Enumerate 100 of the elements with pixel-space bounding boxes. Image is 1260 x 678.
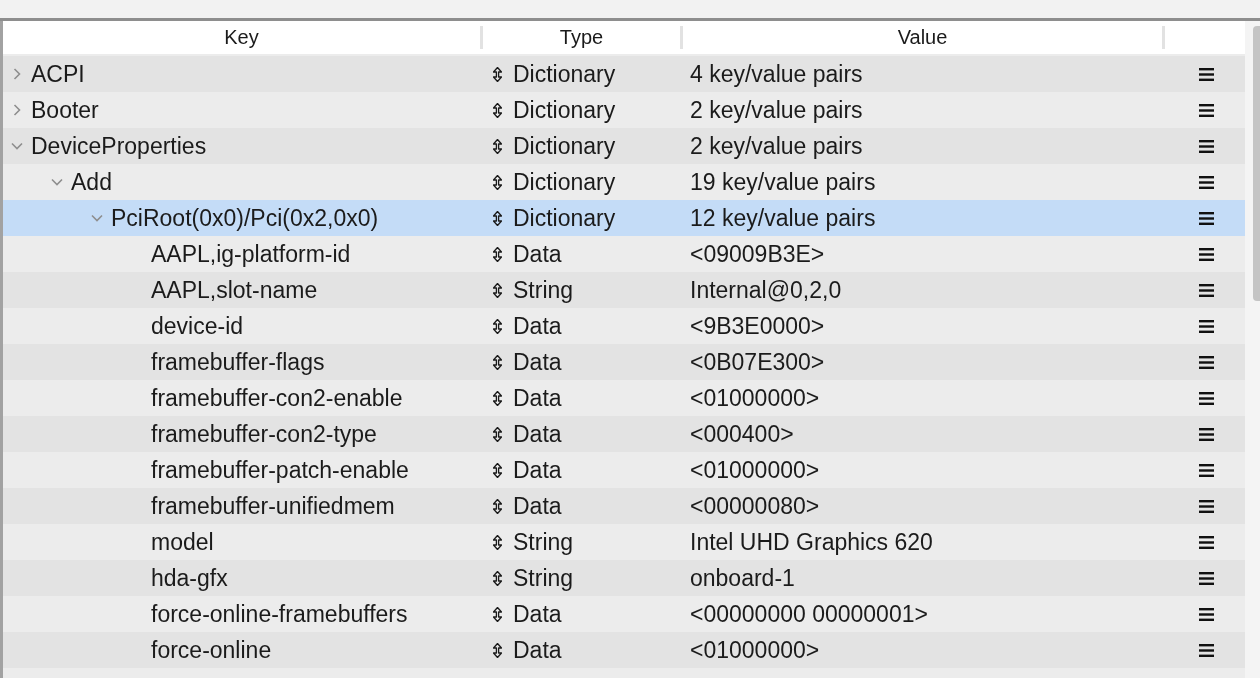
column-header[interactable]: Key (3, 26, 483, 49)
up-down-arrows-icon[interactable] (493, 390, 502, 406)
key-text: force-online-framebuffers (151, 600, 408, 628)
up-down-arrows-icon[interactable] (493, 246, 502, 262)
menu-icon[interactable] (1199, 643, 1214, 657)
up-down-arrows-icon[interactable] (493, 606, 502, 622)
key-text: AAPL,ig-platform-id (151, 240, 351, 268)
menu-icon[interactable] (1199, 571, 1214, 585)
key-text: framebuffer-flags (151, 348, 325, 376)
key-text: hda-gfx (151, 564, 228, 592)
value-text: 4 key/value pairs (690, 60, 863, 88)
menu-icon[interactable] (1199, 247, 1214, 261)
value-text: 2 key/value pairs (690, 96, 863, 124)
type-text: Data (513, 312, 562, 340)
value-text: <01000000> (690, 456, 820, 484)
up-down-arrows-icon[interactable] (493, 354, 502, 370)
table-row[interactable]: Booter Dictionary 2 key/value pairs (3, 92, 1245, 128)
table-row[interactable]: DeviceProperties Dictionary 2 key/value pairs (3, 128, 1245, 164)
up-down-arrows-icon[interactable] (493, 426, 502, 442)
menu-icon[interactable] (1199, 319, 1214, 333)
key-text: framebuffer-patch-enable (151, 456, 409, 484)
key-text: Booter (31, 96, 99, 124)
menu-icon[interactable] (1199, 463, 1214, 477)
type-text: Data (513, 600, 562, 628)
type-text: Data (513, 492, 562, 520)
up-down-arrows-icon[interactable] (493, 462, 502, 478)
value-text: <01000000> (690, 384, 820, 412)
type-text: Dictionary (513, 132, 616, 160)
key-text: ACPI (31, 60, 85, 88)
key-text: device-id (151, 312, 244, 340)
key-text: PciRoot(0x0)/Pci(0x2,0x0) (111, 204, 379, 232)
value-text: <01000000> (690, 636, 820, 664)
table-row[interactable]: force-online-framebuffers Data <00000000 00000001> (3, 596, 1245, 632)
up-down-arrows-icon[interactable] (493, 210, 502, 226)
up-down-arrows-icon[interactable] (493, 138, 502, 154)
menu-icon[interactable] (1199, 283, 1214, 297)
type-text: String (513, 528, 574, 556)
type-text: Dictionary (513, 204, 616, 232)
table-row[interactable]: device-id Data <9B3E0000> (3, 308, 1245, 344)
type-text: Data (513, 420, 562, 448)
value-text: 19 key/value pairs (690, 168, 876, 196)
key-text: AAPL,slot-name (151, 276, 318, 304)
value-text: <9B3E0000> (690, 312, 825, 340)
value-text: <0B07E300> (690, 348, 825, 376)
menu-icon[interactable] (1199, 103, 1214, 117)
menu-icon[interactable] (1199, 499, 1214, 513)
chevron-down-icon[interactable] (51, 176, 63, 188)
up-down-arrows-icon[interactable] (493, 318, 502, 334)
menu-icon[interactable] (1199, 391, 1214, 405)
key-text: force-online (151, 636, 272, 664)
table-row[interactable]: ACPI Dictionary 4 key/value pairs (3, 56, 1245, 92)
menu-icon[interactable] (1199, 427, 1214, 441)
type-text: Data (513, 384, 562, 412)
table-row[interactable]: framebuffer-con2-enable Data <01000000> (3, 380, 1245, 416)
key-text: DeviceProperties (31, 132, 207, 160)
menu-icon[interactable] (1199, 139, 1214, 153)
up-down-arrows-icon[interactable] (493, 66, 502, 82)
type-text: Dictionary (513, 168, 616, 196)
scrollbar-thumb[interactable] (1253, 26, 1260, 301)
key-text: model (151, 528, 214, 556)
up-down-arrows-icon[interactable] (493, 102, 502, 118)
menu-icon[interactable] (1199, 355, 1214, 369)
up-down-arrows-icon[interactable] (493, 534, 502, 550)
table-row[interactable]: PciRoot(0x0)/Pci(0x2,0x0) Dictionary 12 key/value pairs (3, 200, 1245, 236)
key-text: Add (71, 168, 112, 196)
type-text: String (513, 564, 574, 592)
type-text: Data (513, 456, 562, 484)
value-text: <00000000 00000001> (690, 600, 928, 628)
column-header[interactable]: Value (683, 26, 1165, 49)
type-text: Data (513, 240, 562, 268)
table-row[interactable]: AAPL,ig-platform-id Data <09009B3E> (3, 236, 1245, 272)
value-text: onboard-1 (690, 564, 795, 592)
table-row[interactable]: framebuffer-patch-enable Data <01000000> (3, 452, 1245, 488)
up-down-arrows-icon[interactable] (493, 498, 502, 514)
menu-icon[interactable] (1199, 535, 1214, 549)
chevron-right-icon[interactable] (11, 104, 23, 116)
value-text: <09009B3E> (690, 240, 825, 268)
column-header[interactable]: Type (483, 26, 683, 49)
up-down-arrows-icon[interactable] (493, 642, 502, 658)
up-down-arrows-icon[interactable] (493, 282, 502, 298)
table-row[interactable]: hda-gfx String onboard-1 (3, 560, 1245, 596)
table-row[interactable]: framebuffer-flags Data <0B07E300> (3, 344, 1245, 380)
menu-icon[interactable] (1199, 67, 1214, 81)
menu-icon[interactable] (1199, 211, 1214, 225)
key-text: framebuffer-unifiedmem (151, 492, 395, 520)
table-row[interactable]: framebuffer-con2-type Data <000400> (3, 416, 1245, 452)
menu-icon[interactable] (1199, 175, 1214, 189)
table-row[interactable]: Add Dictionary 19 key/value pairs (3, 164, 1245, 200)
menu-icon[interactable] (1199, 607, 1214, 621)
key-text: framebuffer-con2-type (151, 420, 377, 448)
type-text: Data (513, 636, 562, 664)
table-row[interactable]: model String Intel UHD Graphics 620 (3, 524, 1245, 560)
type-text: Data (513, 348, 562, 376)
up-down-arrows-icon[interactable] (493, 174, 502, 190)
table-row[interactable]: framebuffer-unifiedmem Data <00000080> (3, 488, 1245, 524)
table-row[interactable]: AAPL,slot-name String Internal@0,2,0 (3, 272, 1245, 308)
value-text: 12 key/value pairs (690, 204, 876, 232)
value-text: <00000080> (690, 492, 820, 520)
table-row[interactable]: force-online Data <01000000> (3, 632, 1245, 668)
up-down-arrows-icon[interactable] (493, 570, 502, 586)
